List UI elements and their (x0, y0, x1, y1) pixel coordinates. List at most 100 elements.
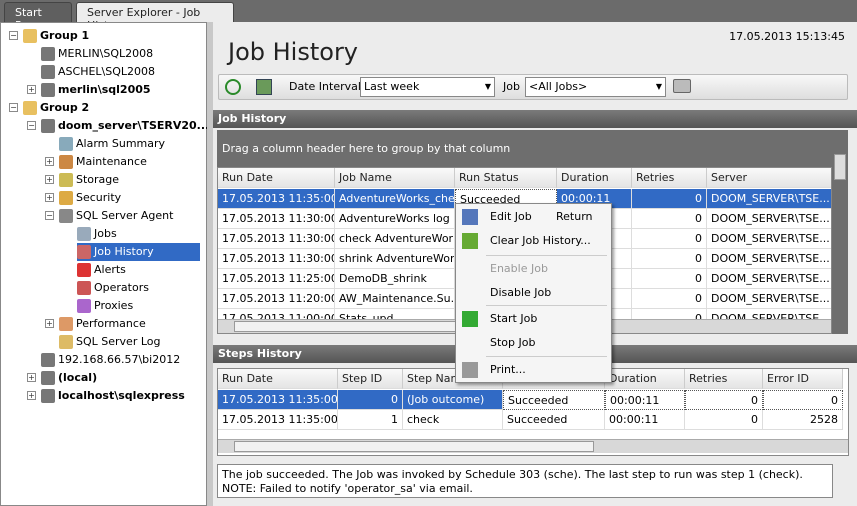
menu-item-label: Stop Job (490, 336, 536, 349)
tree-item[interactable]: merlin\sql2005 (41, 81, 151, 99)
column-header[interactable]: Retries (632, 168, 707, 188)
tree-item[interactable]: Job History (77, 243, 200, 261)
column-header[interactable]: Error ID (763, 369, 843, 389)
menu-item[interactable]: Stop Job (490, 332, 608, 354)
menu-item-label: Clear Job History... (490, 234, 591, 247)
column-header[interactable]: Job Name (335, 168, 455, 188)
chevron-down-icon: ▼ (484, 82, 491, 91)
status-message: The job succeeded. The Job was invoked b… (217, 464, 833, 498)
tree-item[interactable]: Group 1 (23, 27, 89, 45)
job-select[interactable]: <All Jobs> ▼ (525, 77, 666, 97)
cell: 17.05.2013 11:30:00 (218, 249, 335, 269)
server-error-icon (41, 353, 55, 367)
tree-item[interactable]: Group 2 (23, 99, 89, 117)
cell: 17.05.2013 11:25:00 (218, 269, 335, 289)
tree-item[interactable]: Performance (59, 315, 146, 333)
collapse-icon[interactable]: − (45, 211, 54, 220)
menu-separator (486, 356, 607, 357)
collapse-icon[interactable]: − (9, 31, 18, 40)
printer-icon (462, 362, 478, 378)
menu-item: Enable Job (490, 258, 608, 280)
column-header[interactable]: Duration (557, 168, 632, 188)
server-error-icon (41, 65, 55, 79)
tree-item[interactable]: Jobs (77, 225, 117, 243)
printer-icon[interactable] (673, 79, 691, 93)
tab-start-page[interactable]: Start Page (4, 2, 72, 32)
expand-icon[interactable]: + (27, 373, 36, 382)
export-icon[interactable] (256, 79, 272, 95)
cell: check (403, 410, 503, 430)
vertical-scrollbar[interactable] (832, 130, 848, 334)
menu-item[interactable]: Clear Job History... (490, 230, 608, 252)
performance-icon (59, 317, 73, 331)
grid-header[interactable]: Run Date Job Name Run Status Duration Retrie… (218, 168, 831, 188)
maintenance-icon (59, 155, 73, 169)
date-interval-select[interactable]: Last week ▼ (360, 77, 495, 97)
menu-item[interactable]: Disable Job (490, 282, 608, 304)
tree-item[interactable]: ASCHEL\SQL2008 (41, 63, 155, 81)
column-header[interactable]: Retries (685, 369, 763, 389)
column-header[interactable]: Run Date (218, 369, 338, 389)
tree-item[interactable]: localhost\sqlexpress (41, 387, 185, 405)
timestamp: 17.05.2013 15:13:45 (729, 30, 845, 43)
expand-icon[interactable]: + (45, 193, 54, 202)
table-row[interactable]: 17.05.2013 11:35:00 1 check Succeeded 00:00:… (218, 410, 843, 430)
menu-item[interactable]: Start Job (490, 308, 608, 330)
tree-item-label: Alarm Summary (76, 137, 166, 150)
menu-item-shortcut: Return (556, 210, 593, 223)
column-header[interactable]: Run Status (455, 168, 557, 188)
tree-item[interactable]: 192.168.66.57\bi2012 (41, 351, 180, 369)
tree-item[interactable]: SQL Server Agent (59, 207, 173, 225)
tree-item[interactable]: Operators (77, 279, 149, 297)
tree-item[interactable]: Security (59, 189, 121, 207)
column-header[interactable]: Step ID (338, 369, 403, 389)
tree-item[interactable]: Proxies (77, 297, 133, 315)
horizontal-scrollbar[interactable] (218, 439, 848, 453)
tree-item[interactable]: (local) (41, 369, 97, 387)
jobs-icon (77, 227, 91, 241)
tree-item[interactable]: Maintenance (59, 153, 147, 171)
tree-item[interactable]: SQL Server Log (59, 333, 160, 351)
cell: check AdventureWorks (335, 229, 455, 249)
tree-item[interactable]: Alerts (77, 261, 126, 279)
cell: 00:00:11 (605, 390, 685, 410)
tree-item-label: Performance (76, 317, 146, 330)
menu-item[interactable]: Edit Job Return (490, 206, 608, 228)
cell: 2528 (763, 410, 843, 430)
section-title: Job History (218, 112, 287, 125)
tree-item-label: MERLIN\SQL2008 (58, 47, 154, 60)
expand-icon[interactable]: + (45, 175, 54, 184)
tree-item-label: Operators (94, 281, 149, 294)
cell: 17.05.2013 11:30:00 (218, 209, 335, 229)
server-error-icon (41, 119, 55, 133)
tree-item-label: Storage (76, 173, 120, 186)
cell: 0 (632, 229, 707, 249)
tree-item[interactable]: Alarm Summary (59, 135, 165, 153)
cell: DemoDB_shrink (335, 269, 455, 289)
start-job-icon (462, 311, 478, 327)
column-header[interactable]: Run Date (218, 168, 335, 188)
group-hint: Drag a column header here to group by th… (222, 142, 511, 155)
refresh-icon[interactable] (225, 79, 241, 95)
collapse-icon[interactable]: − (27, 121, 36, 130)
tree-item[interactable]: Storage (59, 171, 119, 189)
expand-icon[interactable]: + (27, 85, 36, 94)
expand-icon[interactable]: + (45, 319, 54, 328)
expand-icon[interactable]: + (45, 157, 54, 166)
expand-icon[interactable]: + (27, 391, 36, 400)
job-history-icon (77, 245, 91, 259)
collapse-icon[interactable]: − (9, 103, 18, 112)
table-row[interactable]: 17.05.2013 11:35:00 0 (Job outcome) Succeed… (218, 390, 843, 410)
column-header[interactable]: Server (707, 168, 831, 188)
group-by-area[interactable]: Drag a column header here to group by th… (217, 130, 832, 167)
cell: Succeeded (503, 390, 605, 410)
tree-item[interactable]: doom_server\TSERV20... (41, 117, 209, 135)
tree-item[interactable]: MERLIN\SQL2008 (41, 45, 153, 63)
tree-item-label: doom_server\TSERV20... (58, 119, 210, 132)
tree-item-label: Security (76, 191, 122, 204)
key-icon (59, 191, 73, 205)
tab-job-history[interactable]: Server Explorer - Job History (76, 2, 234, 32)
menu-item[interactable]: Print... (490, 359, 608, 381)
column-header[interactable]: Duration (605, 369, 685, 389)
server-warning-icon (41, 371, 55, 385)
